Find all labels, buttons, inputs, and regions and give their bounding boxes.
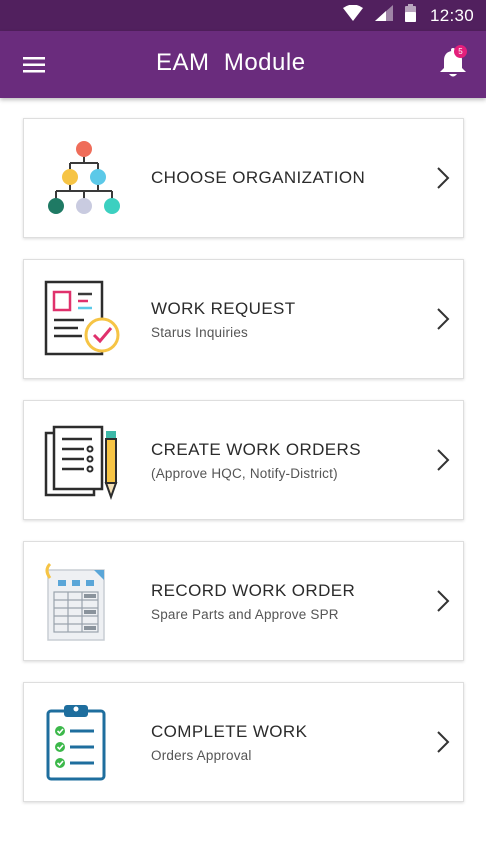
chevron-right-icon (437, 590, 450, 612)
chevron-right-icon (437, 308, 450, 330)
card-subtitle: Starus Inquiries (151, 324, 248, 340)
card-title: RECORD WORK ORDER (151, 580, 356, 600)
card-title: CHOOSE ORGANIZATION (151, 168, 366, 187)
hamburger-icon (23, 57, 45, 73)
menu-card-choose-organization[interactable]: CHOOSE ORGANIZATION (23, 118, 464, 238)
org-chart-icon (42, 137, 126, 221)
card-subtitle: Orders Approval (151, 747, 252, 763)
menu-card-work-request[interactable]: WORK REQUEST Starus Inquiries (23, 259, 464, 379)
card-subtitle: (Approve HQC, Notify-District) (151, 465, 338, 481)
request-form-icon (42, 278, 126, 362)
document-pen-icon (42, 419, 126, 503)
menu-button[interactable] (17, 51, 51, 79)
menu-card-complete-work[interactable]: COMPLETE WORK Orders Approval (23, 682, 464, 802)
app-title: EAM Module (156, 49, 306, 76)
menu-card-record-work-order[interactable]: RECORD WORK ORDER Spare Parts and Approv… (23, 541, 464, 661)
status-bar: 12:30 (0, 0, 486, 31)
status-time: 12:30 (429, 5, 474, 25)
wifi-icon (342, 4, 363, 26)
menu-card-create-work-orders[interactable]: CREATE WORK ORDERS (Approve HQC, Notify-… (23, 400, 464, 520)
card-title: WORK REQUEST (151, 298, 296, 318)
spreadsheet-icon (42, 560, 126, 644)
card-title: COMPLETE WORK (151, 721, 308, 741)
clipboard-checklist-icon (42, 701, 126, 785)
chevron-right-icon (437, 731, 450, 753)
card-subtitle: Spare Parts and Approve SPR (151, 606, 339, 622)
chevron-right-icon (437, 449, 450, 471)
app-bar: EAM Module (0, 31, 486, 98)
card-title: CREATE WORK ORDERS (151, 439, 361, 459)
battery-icon (404, 4, 416, 27)
signal-icon (374, 5, 393, 26)
notification-badge: 5 (454, 45, 467, 58)
chevron-right-icon (437, 167, 450, 189)
